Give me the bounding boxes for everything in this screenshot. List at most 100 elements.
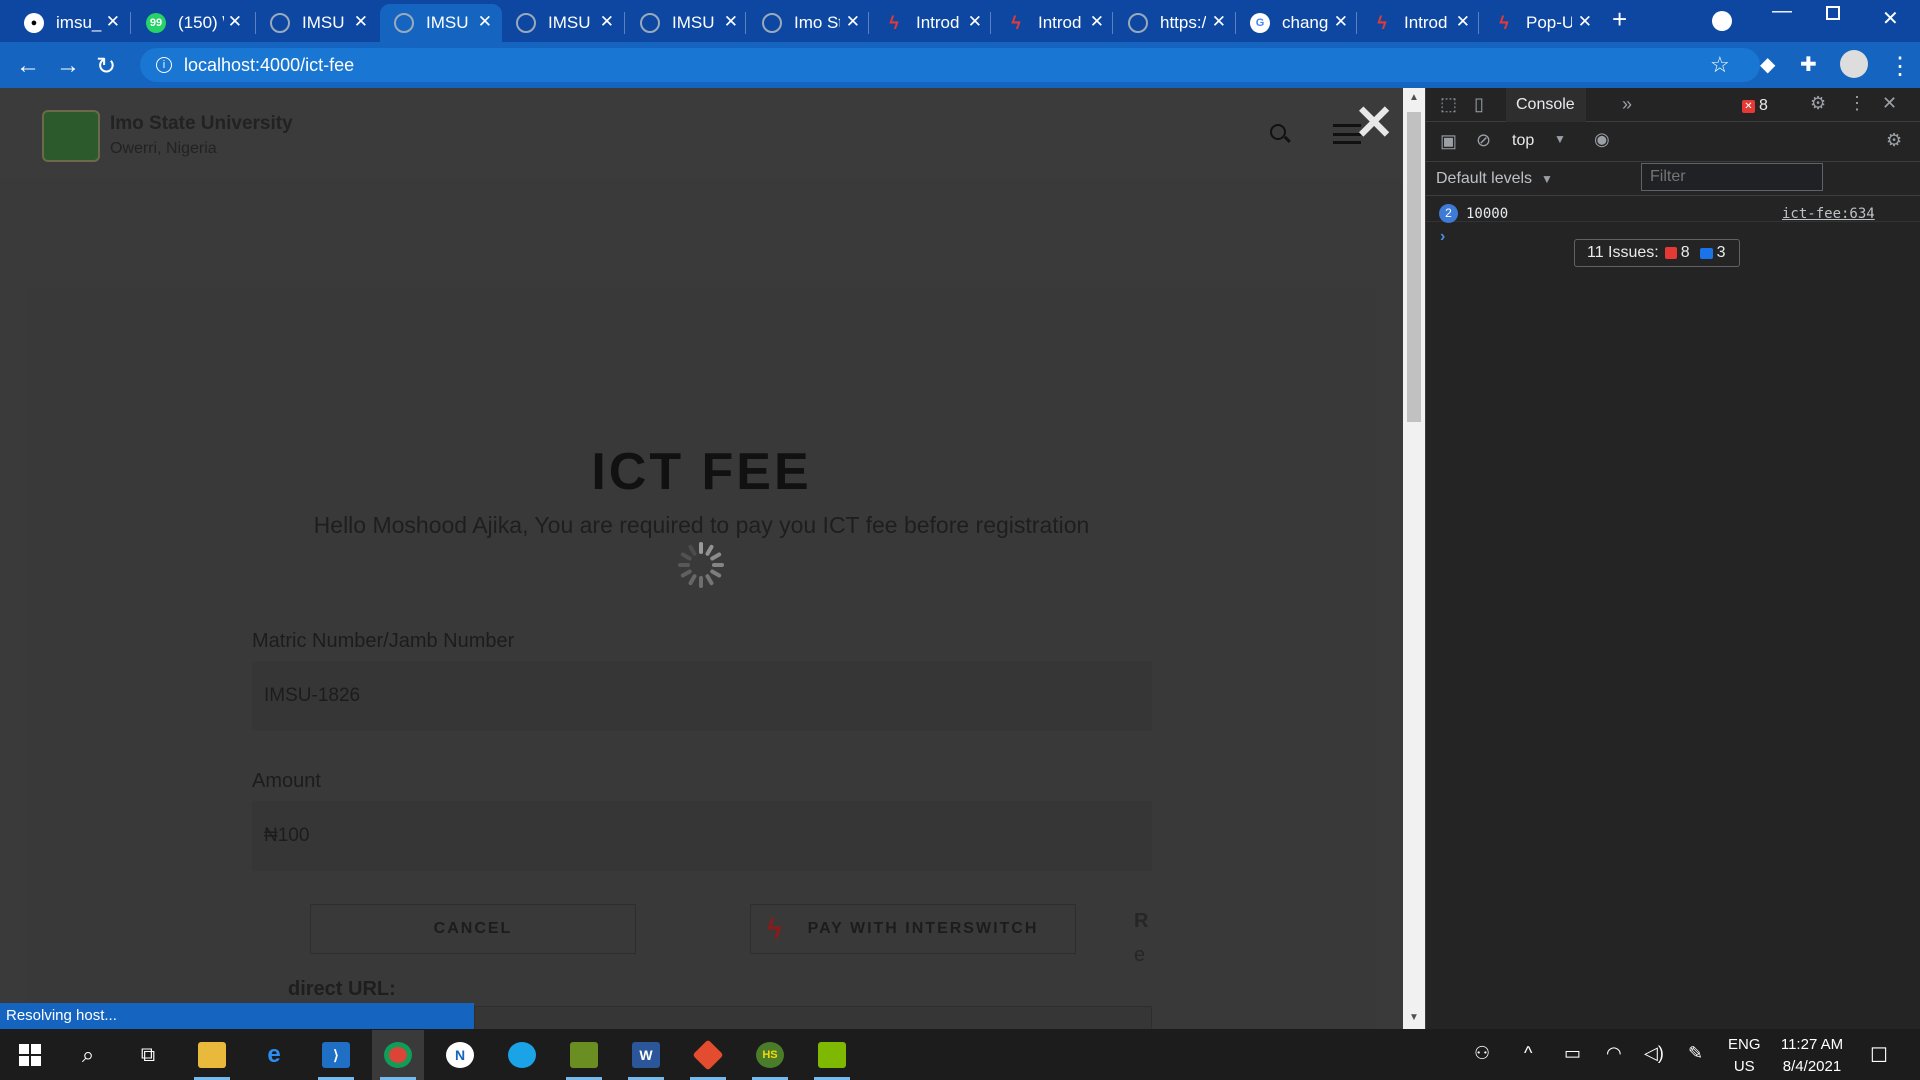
redirect-url-input[interactable]: [474, 1006, 1152, 1029]
browser-tab[interactable]: IMSU ✕: [502, 4, 624, 42]
sidebar-toggle-icon[interactable]: ▣: [1440, 131, 1457, 152]
close-tab-icon[interactable]: ✕: [968, 12, 982, 32]
tab-title: Introd: [1038, 13, 1082, 32]
browser-tab[interactable]: 99 (150) \ ✕: [132, 4, 252, 42]
close-tab-icon[interactable]: ✕: [724, 12, 738, 32]
issues-button[interactable]: 11 Issues: 8 3: [1574, 239, 1740, 267]
app-icon[interactable]: N: [434, 1030, 486, 1080]
tab-search-button[interactable]: [1712, 11, 1732, 31]
tab-console[interactable]: Console: [1506, 88, 1586, 122]
address-bar[interactable]: i localhost:4000/ict-fee: [140, 48, 1760, 82]
extensions-puzzle-icon[interactable]: ✚: [1800, 52, 1817, 77]
close-tab-icon[interactable]: ✕: [354, 12, 368, 32]
file-explorer-icon[interactable]: [186, 1030, 238, 1080]
edge-icon[interactable]: [496, 1030, 548, 1080]
spreadsheet-app-icon[interactable]: [558, 1030, 610, 1080]
tab-separator: [1112, 12, 1113, 34]
reload-icon[interactable]: ↻: [96, 52, 116, 81]
close-tab-icon[interactable]: ✕: [846, 12, 860, 32]
notepad-app-icon[interactable]: [806, 1030, 858, 1080]
tab-title: Introd: [916, 13, 960, 32]
page-scrollbar[interactable]: ▲ ▼: [1403, 88, 1425, 1029]
vscode-icon[interactable]: ⟩: [310, 1030, 362, 1080]
browser-tab[interactable]: ϟ Introd ✕: [870, 4, 992, 42]
error-count-badge[interactable]: ✕ 8: [1742, 97, 1768, 115]
browser-tab[interactable]: ϟ Introd ✕: [1358, 4, 1480, 42]
hs-app-icon[interactable]: HS: [744, 1030, 796, 1080]
browser-tab[interactable]: https:/ ✕: [1114, 4, 1236, 42]
inspect-element-icon[interactable]: ⬚: [1440, 94, 1457, 115]
browser-tab[interactable]: Imo St ✕: [748, 4, 870, 42]
battery-icon[interactable]: ▭: [1564, 1043, 1581, 1064]
clock[interactable]: 11:27 AM 8/4/2021: [1772, 1034, 1852, 1078]
amount-input[interactable]: ₦100: [252, 801, 1152, 871]
close-tab-icon[interactable]: ✕: [106, 12, 120, 32]
tab-title: chang: [1282, 13, 1328, 32]
browser-tab[interactable]: IMSU ✕: [626, 4, 748, 42]
search-icon[interactable]: ⌕: [62, 1030, 114, 1080]
notifications-icon[interactable]: ☐: [1870, 1043, 1888, 1068]
browser-tab-active[interactable]: IMSU ✕: [380, 4, 502, 42]
close-devtools-icon[interactable]: ✕: [1882, 93, 1897, 114]
site-info-icon[interactable]: i: [156, 57, 172, 73]
minimize-button[interactable]: —: [1772, 0, 1792, 23]
close-tab-icon[interactable]: ✕: [228, 12, 242, 32]
scroll-down-icon[interactable]: ▼: [1409, 1012, 1419, 1023]
scroll-up-icon[interactable]: ▲: [1409, 92, 1419, 103]
input-language[interactable]: ENG US: [1728, 1034, 1761, 1078]
settings-gear-icon[interactable]: ⚙: [1810, 93, 1826, 114]
profile-avatar[interactable]: [1840, 50, 1868, 78]
show-hidden-icons-chevron-up-icon[interactable]: ^: [1524, 1043, 1532, 1064]
context-selector[interactable]: top: [1512, 132, 1534, 150]
browser-tab[interactable]: ϟ Pop-U ✕: [1480, 4, 1602, 42]
browser-menu-icon[interactable]: ⋮: [1888, 52, 1912, 81]
globe-icon: [394, 13, 414, 33]
close-tab-icon[interactable]: ✕: [1090, 12, 1104, 32]
search-icon[interactable]: [1270, 124, 1286, 140]
close-tab-icon[interactable]: ✕: [478, 12, 492, 32]
word-icon[interactable]: W: [620, 1030, 672, 1080]
devtools-menu-icon[interactable]: ⋮: [1848, 93, 1866, 114]
wifi-icon[interactable]: ◠: [1606, 1043, 1622, 1064]
clear-console-icon[interactable]: ⊘: [1476, 130, 1491, 151]
university-location: Owerri, Nigeria: [110, 140, 217, 157]
extension-cube-icon[interactable]: ◆: [1760, 52, 1775, 77]
back-icon[interactable]: ←: [16, 52, 40, 80]
close-tab-icon[interactable]: ✕: [1456, 12, 1470, 32]
matric-input[interactable]: IMSU-1826: [252, 661, 1152, 731]
close-tab-icon[interactable]: ✕: [1334, 12, 1348, 32]
more-tabs-icon[interactable]: »: [1622, 94, 1632, 115]
restore-button[interactable]: [1826, 6, 1840, 20]
cancel-button[interactable]: CANCEL: [310, 904, 636, 954]
pay-with-interswitch-button[interactable]: ϟ PAY WITH INTERSWITCH: [750, 904, 1076, 954]
pen-icon[interactable]: ✎: [1688, 1043, 1703, 1064]
scrollbar-thumb[interactable]: [1407, 112, 1421, 422]
task-view-icon[interactable]: ⧉: [122, 1030, 174, 1080]
bookmark-star-icon[interactable]: ☆: [1710, 52, 1730, 78]
device-toolbar-icon[interactable]: ▯: [1474, 94, 1484, 115]
volume-icon[interactable]: ◁): [1644, 1043, 1664, 1064]
log-repeat-count: 2: [1439, 204, 1458, 223]
browser-tab[interactable]: IMSU ✕: [256, 4, 378, 42]
windows-start-icon[interactable]: [4, 1030, 56, 1080]
close-tab-icon[interactable]: ✕: [1578, 12, 1592, 32]
close-tab-icon[interactable]: ✕: [600, 12, 614, 32]
close-tab-icon[interactable]: ✕: [1212, 12, 1226, 32]
edge-legacy-icon[interactable]: e: [248, 1030, 300, 1080]
forward-icon[interactable]: →: [56, 52, 80, 80]
browser-tab[interactable]: G chang ✕: [1236, 4, 1358, 42]
browser-tab[interactable]: ϟ Introd ✕: [992, 4, 1114, 42]
browser-tab[interactable]: ● imsu_ ✕: [10, 4, 130, 42]
git-app-icon[interactable]: [682, 1030, 734, 1080]
globe-icon: [640, 13, 660, 33]
log-levels-selector[interactable]: Default levels: [1436, 170, 1532, 188]
window-close-button[interactable]: ✕: [1882, 6, 1899, 31]
new-tab-button[interactable]: +: [1612, 4, 1627, 35]
log-source-link[interactable]: ict-fee:634: [1782, 206, 1875, 222]
chrome-icon[interactable]: [372, 1030, 424, 1080]
console-settings-gear-icon[interactable]: ⚙: [1886, 130, 1902, 151]
console-prompt-icon[interactable]: ›: [1440, 228, 1445, 246]
close-modal-icon[interactable]: ✕: [1354, 100, 1394, 148]
people-icon[interactable]: ⚇: [1474, 1043, 1490, 1064]
live-expression-eye-icon[interactable]: ◉: [1594, 129, 1610, 150]
